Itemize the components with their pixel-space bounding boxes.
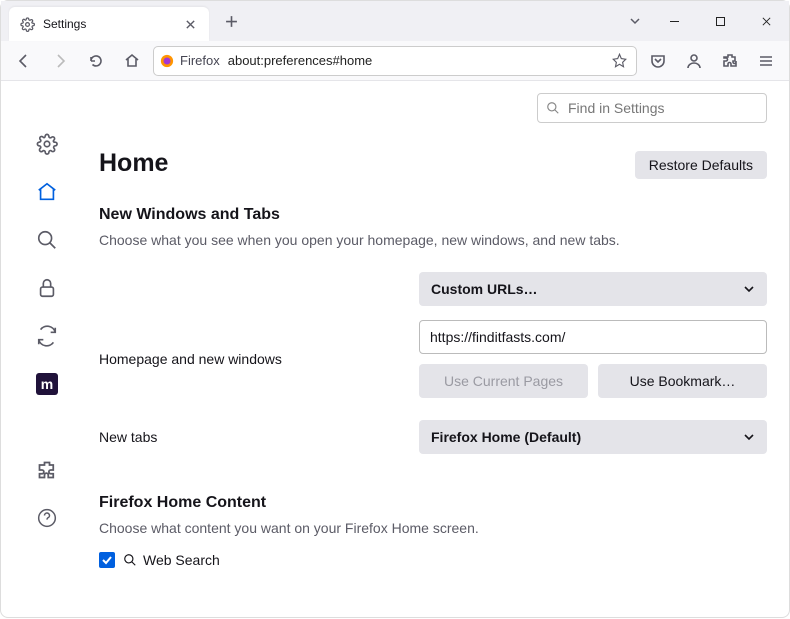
window-controls xyxy=(651,1,789,41)
bookmark-star-icon[interactable] xyxy=(608,53,630,68)
use-bookmark-button[interactable]: Use Bookmark… xyxy=(598,364,767,398)
browser-tab[interactable]: Settings xyxy=(9,7,209,41)
minimize-button[interactable] xyxy=(651,1,697,41)
tabs-overflow-button[interactable] xyxy=(619,15,651,27)
toolbar: Firefox about:preferences#home xyxy=(1,41,789,81)
find-in-settings[interactable]: Find in Settings xyxy=(537,93,767,123)
websearch-checkbox[interactable] xyxy=(99,552,115,568)
websearch-label: Web Search xyxy=(123,552,220,568)
chevron-down-icon xyxy=(743,431,755,443)
settings-sidebar: m xyxy=(1,81,93,619)
sidebar-search[interactable] xyxy=(34,227,60,253)
section-new-windows-tabs: New Windows and Tabs Choose what you see… xyxy=(99,206,767,454)
search-icon xyxy=(546,101,560,115)
gear-icon xyxy=(19,16,35,32)
newtabs-select[interactable]: Firefox Home (Default) xyxy=(419,420,767,454)
newtabs-label: New tabs xyxy=(99,429,419,445)
forward-button[interactable] xyxy=(45,46,75,76)
url-text: about:preferences#home xyxy=(228,53,600,68)
chevron-down-icon xyxy=(743,283,755,295)
account-button[interactable] xyxy=(679,46,709,76)
close-icon[interactable] xyxy=(181,15,199,33)
home-button[interactable] xyxy=(117,46,147,76)
back-button[interactable] xyxy=(9,46,39,76)
new-tab-button[interactable] xyxy=(217,7,245,35)
sidebar-home[interactable] xyxy=(34,179,60,205)
restore-defaults-button[interactable]: Restore Defaults xyxy=(635,151,767,179)
fhc-heading: Firefox Home Content xyxy=(99,494,767,512)
close-window-button[interactable] xyxy=(743,1,789,41)
homepage-url-input[interactable] xyxy=(419,320,767,354)
nwt-heading: New Windows and Tabs xyxy=(99,206,767,224)
firefox-icon xyxy=(160,54,174,68)
extensions-button[interactable] xyxy=(715,46,745,76)
sidebar-general[interactable] xyxy=(34,131,60,157)
search-icon xyxy=(123,553,137,567)
sidebar-more-from-mozilla[interactable]: m xyxy=(34,371,60,397)
sidebar-sync[interactable] xyxy=(34,323,60,349)
homepage-mode-select[interactable]: Custom URLs… xyxy=(419,272,767,306)
sidebar-help[interactable] xyxy=(34,505,60,531)
settings-main: Find in Settings Home Restore Defaults N… xyxy=(93,81,789,619)
titlebar: Settings xyxy=(1,1,789,41)
url-bar[interactable]: Firefox about:preferences#home xyxy=(153,46,637,76)
check-icon xyxy=(101,554,113,566)
pocket-button[interactable] xyxy=(643,46,673,76)
use-current-pages-button[interactable]: Use Current Pages xyxy=(419,364,588,398)
sidebar-privacy[interactable] xyxy=(34,275,60,301)
section-firefox-home-content: Firefox Home Content Choose what content… xyxy=(99,494,767,568)
menu-button[interactable] xyxy=(751,46,781,76)
sidebar-extensions[interactable] xyxy=(34,457,60,483)
page-title: Home xyxy=(99,149,168,178)
nwt-desc: Choose what you see when you open your h… xyxy=(99,232,767,248)
find-placeholder: Find in Settings xyxy=(568,100,665,116)
identity-box[interactable]: Firefox xyxy=(160,53,220,68)
fhc-desc: Choose what content you want on your Fir… xyxy=(99,520,767,536)
reload-button[interactable] xyxy=(81,46,111,76)
maximize-button[interactable] xyxy=(697,1,743,41)
homepage-label: Homepage and new windows xyxy=(99,351,419,367)
mozilla-icon: m xyxy=(36,373,58,395)
identity-label: Firefox xyxy=(180,53,220,68)
content: m Find in Settings Home Restore Defaults… xyxy=(1,81,789,619)
tab-label: Settings xyxy=(43,17,173,31)
